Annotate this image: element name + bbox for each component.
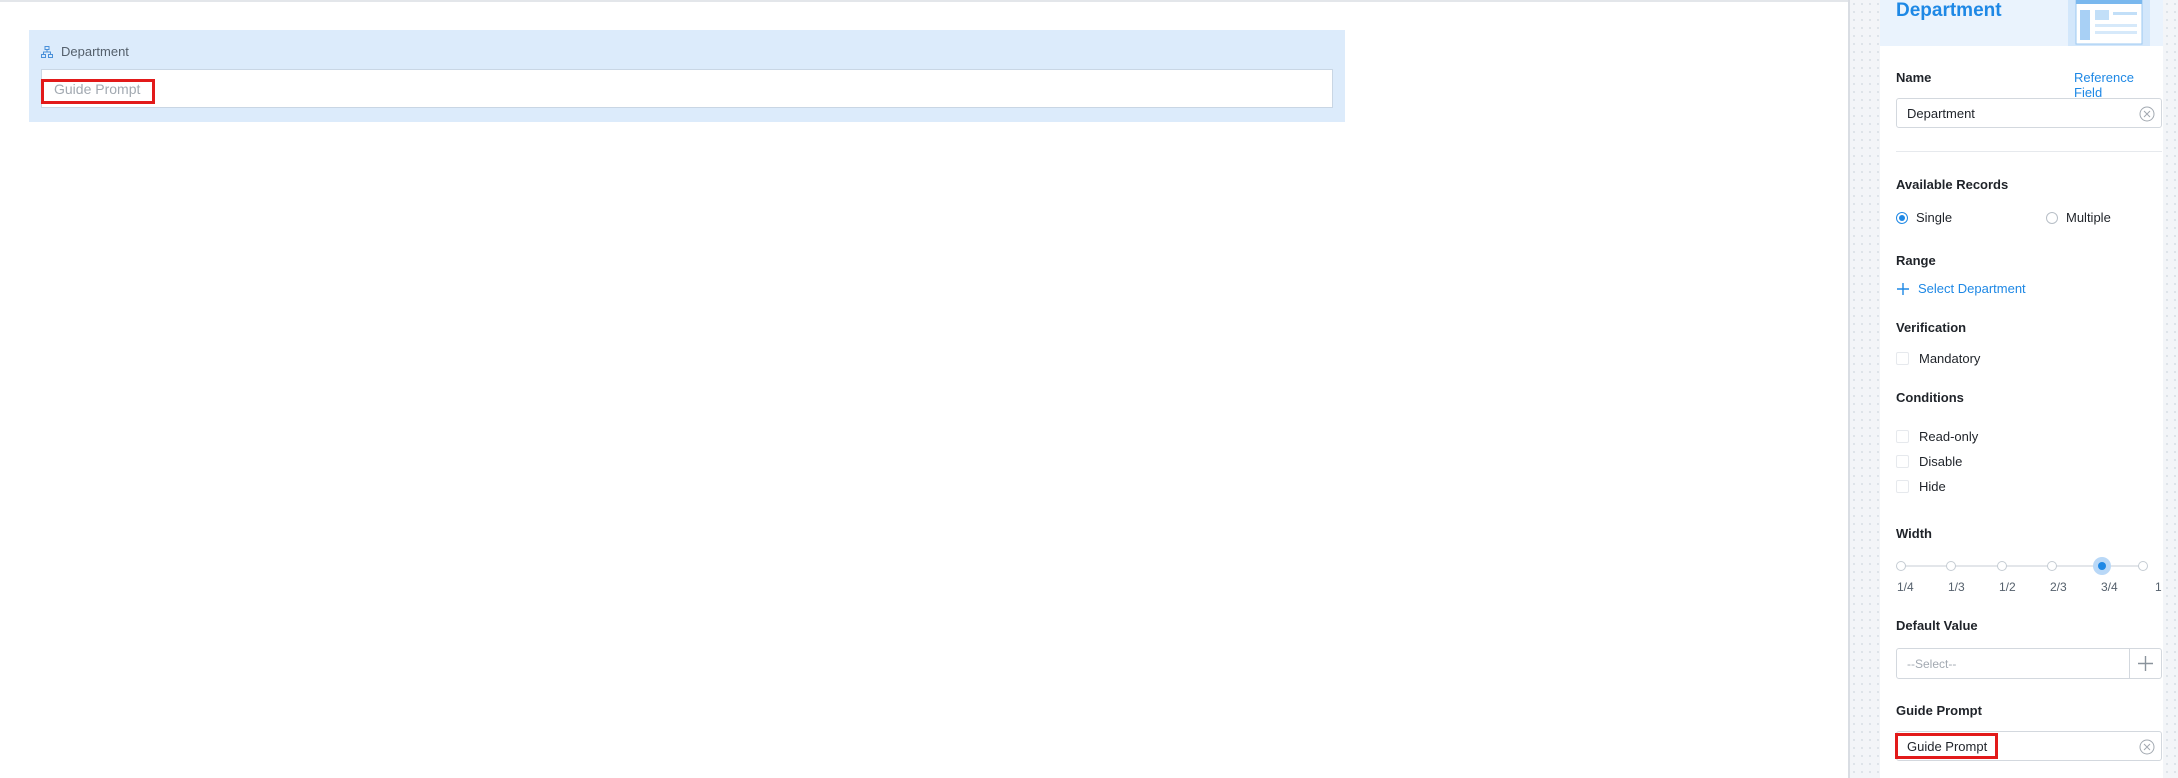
checkbox-box: [1896, 430, 1909, 443]
available-records-label: Available Records: [1896, 177, 2009, 192]
name-value: Department: [1907, 106, 1975, 121]
read-only-checkbox[interactable]: Read-only: [1896, 429, 1978, 444]
conditions-label: Conditions: [1896, 390, 1964, 405]
checkbox-box: [1896, 352, 1909, 365]
department-field-block[interactable]: Department Guide Prompt: [29, 30, 1345, 122]
mandatory-checkbox[interactable]: Mandatory: [1896, 351, 1980, 366]
reference-field-link[interactable]: Reference Field: [2074, 70, 2163, 100]
slider-thumb[interactable]: [2093, 557, 2111, 575]
panel-header: Department: [1880, 0, 2163, 46]
plus-icon: [2138, 656, 2153, 671]
range-label: Range: [1896, 253, 1936, 268]
clear-icon[interactable]: [2139, 106, 2155, 122]
select-department-button[interactable]: Select Department: [1896, 281, 2026, 296]
radio-multiple-label: Multiple: [2066, 210, 2111, 225]
width-tick-label: 2/3: [2050, 580, 2067, 594]
width-tick-label: 1/4: [1897, 580, 1914, 594]
read-only-label: Read-only: [1919, 429, 1979, 444]
select-placeholder: --Select--: [1907, 657, 1957, 671]
width-tick-label: 1: [2155, 580, 2162, 594]
default-value-label: Default Value: [1896, 618, 1978, 633]
clear-icon[interactable]: [2139, 739, 2155, 755]
width-tick-label: 1/3: [1948, 580, 1965, 594]
section-divider: [1896, 151, 2162, 152]
slider-stop[interactable]: [1946, 561, 1956, 571]
form-illustration-icon: [2068, 0, 2150, 46]
department-input[interactable]: Guide Prompt: [41, 69, 1333, 108]
properties-panel: Department Name Reference Field Departme…: [1880, 0, 2163, 778]
hide-checkbox[interactable]: Hide: [1896, 479, 1946, 494]
plus-icon: [1897, 282, 1909, 295]
verification-label: Verification: [1896, 320, 1967, 335]
radio-indicator: [2046, 211, 2058, 224]
width-label: Width: [1896, 526, 1932, 541]
panel-title: Department: [1896, 0, 2002, 21]
form-canvas: Department Guide Prompt: [0, 0, 1850, 778]
org-tree-icon: [41, 45, 53, 58]
highlight-box-canvas: [41, 79, 155, 104]
disable-label: Disable: [1919, 454, 1963, 469]
field-label: Department: [61, 44, 129, 59]
width-slider[interactable]: [1896, 556, 2148, 576]
panel-gutter: [1850, 0, 1880, 778]
name-label: Name: [1896, 70, 1932, 85]
radio-single-label: Single: [1916, 210, 1953, 225]
radio-multiple[interactable]: Multiple: [2046, 210, 2111, 225]
default-value-select[interactable]: --Select--: [1896, 648, 2130, 679]
radio-indicator-selected: [1896, 211, 1908, 224]
name-input[interactable]: Department: [1896, 98, 2162, 128]
guide-prompt-label: Guide Prompt: [1896, 703, 1982, 718]
highlight-box-panel: [1895, 733, 1998, 759]
radio-single[interactable]: Single: [1896, 210, 1952, 225]
select-department-label: Select Department: [1918, 281, 2026, 296]
slider-stop[interactable]: [2047, 561, 2057, 571]
slider-stop[interactable]: [2138, 561, 2148, 571]
checkbox-box: [1896, 455, 1909, 468]
mandatory-label: Mandatory: [1919, 351, 1981, 366]
add-default-value-button[interactable]: [2129, 648, 2162, 679]
hide-label: Hide: [1919, 479, 1946, 494]
width-tick-label: 3/4: [2101, 580, 2118, 594]
field-header: Department: [41, 44, 129, 59]
slider-stop[interactable]: [1997, 561, 2007, 571]
disable-checkbox[interactable]: Disable: [1896, 454, 1962, 469]
width-tick-label: 1/2: [1999, 580, 2016, 594]
slider-stop[interactable]: [1896, 561, 1906, 571]
checkbox-box: [1896, 480, 1909, 493]
panel-edge: [2163, 0, 2178, 778]
